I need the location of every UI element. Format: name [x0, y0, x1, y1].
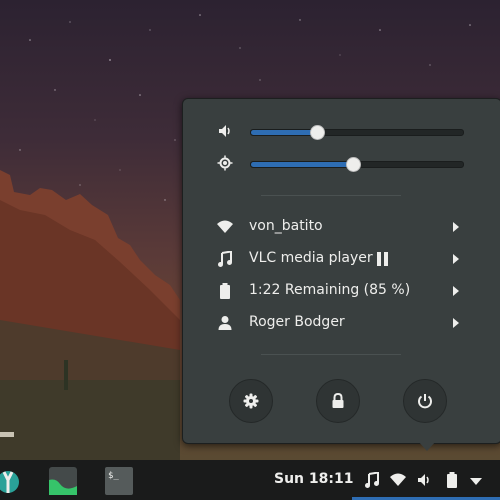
lock-icon	[332, 393, 344, 408]
brightness-slider-fill	[251, 162, 353, 167]
battery-status-label: 1:22 Remaining (85 %)	[249, 282, 411, 298]
terminal-icon[interactable]: $_	[104, 466, 134, 496]
system-monitor-icon[interactable]	[48, 466, 78, 496]
brightness-icon	[217, 155, 233, 171]
user-icon	[218, 316, 232, 330]
volume-slider-handle[interactable]	[309, 125, 325, 140]
wifi-icon[interactable]	[390, 472, 406, 488]
power-button[interactable]	[403, 379, 447, 423]
chevron-down-icon[interactable]	[468, 474, 484, 490]
clock[interactable]: Sun 18:11	[274, 471, 353, 487]
power-icon	[418, 394, 432, 409]
lock-button[interactable]	[316, 379, 360, 423]
chevron-right-icon	[453, 318, 459, 328]
wifi-icon	[217, 220, 233, 233]
user-menu-item[interactable]: Roger Bodger	[183, 307, 500, 339]
chevron-right-icon	[453, 254, 459, 264]
user-name-label: Roger Bodger	[249, 314, 345, 330]
taskbar: $_ Sun 18:11	[0, 460, 500, 500]
music-note-icon	[218, 251, 232, 267]
battery-icon	[220, 283, 230, 299]
separator	[261, 354, 401, 355]
app-launcher-icon[interactable]	[0, 466, 26, 496]
media-player-menu-item[interactable]: VLC media player	[183, 243, 500, 275]
settings-icon	[243, 393, 259, 409]
settings-button[interactable]	[229, 379, 273, 423]
wifi-network-label: von_batito	[249, 218, 323, 234]
brightness-slider[interactable]	[250, 157, 464, 172]
chevron-right-icon	[453, 286, 459, 296]
volume-slider-row	[183, 119, 500, 143]
popup-pointer	[418, 441, 436, 451]
separator	[261, 195, 401, 196]
brightness-slider-row	[183, 151, 500, 175]
media-player-label: VLC media player	[249, 250, 373, 266]
brightness-slider-handle[interactable]	[345, 157, 361, 172]
wifi-menu-item[interactable]: von_batito	[183, 211, 500, 243]
music-note-icon[interactable]	[364, 472, 380, 488]
chevron-right-icon	[453, 222, 459, 232]
battery-icon[interactable]	[444, 472, 460, 488]
volume-slider[interactable]	[250, 125, 464, 140]
battery-menu-item[interactable]: 1:22 Remaining (85 %)	[183, 275, 500, 307]
volume-slider-fill	[251, 130, 317, 135]
system-menu-popup: von_batito VLC media player 1:22 Remaini…	[182, 98, 500, 444]
volume-icon	[219, 125, 230, 137]
pause-icon[interactable]	[377, 252, 389, 266]
volume-icon[interactable]	[416, 472, 432, 488]
terminal-glyph: $_	[108, 471, 119, 481]
